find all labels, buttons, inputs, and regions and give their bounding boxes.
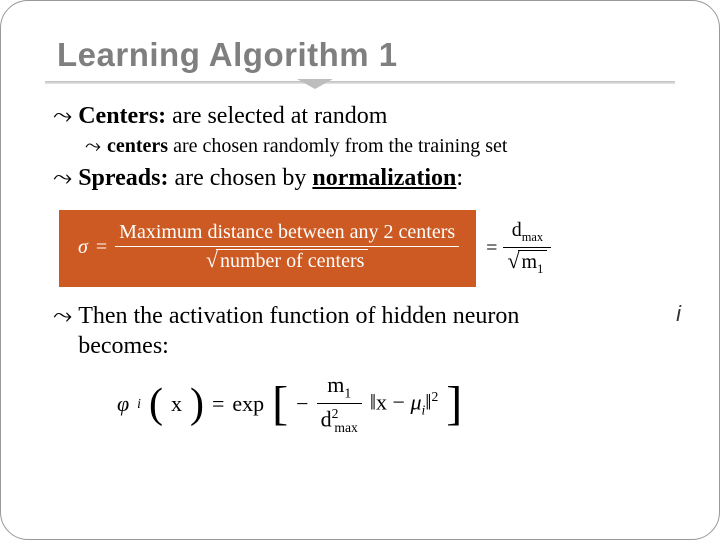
divider-arrow-icon bbox=[297, 79, 333, 89]
divider-bar bbox=[45, 81, 675, 84]
sigma-formula-box: σ = Maximum distance between any 2 cente… bbox=[59, 210, 476, 287]
side-num: dmax bbox=[508, 219, 547, 244]
phi-m-sub: 1 bbox=[344, 386, 351, 401]
slide-title: Learning Algorithm 1 bbox=[57, 37, 679, 73]
phi-mu: μ bbox=[410, 389, 421, 414]
bullet-centers-bold: Centers: bbox=[78, 103, 166, 129]
phi-frac-num: m1 bbox=[323, 372, 355, 401]
side-den: √ m1 bbox=[503, 250, 551, 277]
float-i-label: i bbox=[676, 301, 681, 327]
subbullet-centers-rest: are chosen randomly from the training se… bbox=[168, 135, 507, 157]
bullet-spreads-underline: normalization bbox=[312, 165, 456, 191]
lparen-icon: ( bbox=[149, 383, 163, 425]
subbullet-centers-text: centers are chosen randomly from the tra… bbox=[107, 134, 507, 159]
phi-norm-sup: 2 bbox=[431, 389, 438, 404]
rparen-icon: ) bbox=[190, 383, 204, 425]
sigma-num: Maximum distance between any 2 centers bbox=[115, 221, 459, 244]
phi-sub-i: i bbox=[137, 396, 141, 412]
bullet-glyph-icon: ⤳ bbox=[53, 163, 72, 194]
bullet-spreads-text: Spreads: are chosen by normalization: bbox=[78, 163, 463, 194]
sigma-den: √ number of centers bbox=[202, 249, 372, 274]
phi-exp: exp bbox=[232, 391, 264, 417]
bullet-glyph-icon: ⤳ bbox=[53, 101, 72, 132]
bullet-glyph-icon: ⤳ bbox=[53, 301, 72, 332]
sigma-den-text: number of centers bbox=[216, 249, 368, 274]
bullet-then-text: Then the activation function of hidden n… bbox=[78, 301, 519, 362]
fraction-bar-icon bbox=[317, 403, 362, 404]
sigma-formula-row: σ = Maximum distance between any 2 cente… bbox=[59, 210, 679, 287]
phi-x2: x bbox=[376, 389, 387, 414]
bullet-centers: ⤳ Centers: are selected at random bbox=[53, 101, 679, 132]
bullet-then: ⤳ Then the activation function of hidden… bbox=[53, 301, 679, 362]
sqrt-icon: √ m1 bbox=[507, 250, 547, 277]
bullet-centers-text: Centers: are selected at random bbox=[78, 101, 387, 132]
phi-eq: = bbox=[212, 391, 224, 417]
phi-norm-diff: ‖x − μi‖2 bbox=[370, 389, 438, 419]
side-den-sub: 1 bbox=[537, 262, 543, 276]
slide-root: Learning Algorithm 1 ⤳ Centers: are sele… bbox=[0, 0, 720, 540]
phi-norm-x: x bbox=[171, 391, 182, 417]
bullet-then-b: becomes: bbox=[78, 333, 169, 359]
bullet-centers-rest: are selected at random bbox=[166, 103, 387, 129]
phi-fraction: m1 d2max bbox=[317, 372, 362, 435]
title-divider bbox=[45, 79, 675, 89]
bullet-spreads-rest-c: : bbox=[456, 165, 463, 191]
phi-m: m bbox=[327, 372, 344, 397]
bullet-then-a: Then the activation function of hidden n… bbox=[78, 303, 519, 329]
phi-minus: − bbox=[296, 391, 308, 417]
phi-x: x bbox=[171, 391, 182, 416]
sigma-symbol: σ bbox=[78, 236, 88, 259]
bullet-list: ⤳ Centers: are selected at random ⤳ cent… bbox=[41, 101, 679, 435]
lbracket-icon: [ bbox=[272, 380, 288, 428]
phi-symbol: φ bbox=[117, 391, 129, 417]
side-den-m: m bbox=[522, 251, 538, 273]
sigma-eq: σ = Maximum distance between any 2 cente… bbox=[78, 221, 459, 274]
phi-formula: φi ( x ) = exp [ − m1 d2max ‖x − μi‖2 bbox=[117, 372, 679, 435]
sigma-equals: = bbox=[96, 236, 107, 259]
phi-d-sup: 2 bbox=[332, 406, 339, 421]
phi-mu-sub: i bbox=[422, 403, 426, 418]
sqrt-icon: √ number of centers bbox=[206, 249, 368, 274]
phi-d: d bbox=[321, 407, 332, 432]
bullet-spreads: ⤳ Spreads: are chosen by normalization: bbox=[53, 163, 679, 194]
subbullet-centers: ⤳ centers are chosen randomly from the t… bbox=[85, 134, 679, 159]
phi-d-sub: max bbox=[334, 420, 357, 435]
bullet-glyph-icon: ⤳ bbox=[85, 134, 101, 159]
phi-frac-den: d2max bbox=[317, 406, 362, 435]
subbullet-centers-bold: centers bbox=[107, 135, 168, 157]
sigma-fraction: Maximum distance between any 2 centers √… bbox=[115, 221, 459, 274]
side-fraction: dmax √ m1 bbox=[503, 219, 551, 277]
rbracket-icon: ] bbox=[446, 380, 462, 428]
side-equals: = bbox=[486, 237, 497, 260]
bullet-spreads-rest-a: are chosen by bbox=[168, 165, 312, 191]
side-num-sub: max bbox=[522, 230, 543, 244]
phi-minus2: − bbox=[393, 389, 405, 414]
bullet-spreads-bold: Spreads: bbox=[78, 165, 168, 191]
fraction-bar-icon bbox=[115, 246, 459, 247]
sigma-side-formula: = dmax √ m1 bbox=[486, 219, 551, 277]
side-num-d: d bbox=[512, 219, 522, 241]
side-den-text: m1 bbox=[518, 250, 548, 277]
